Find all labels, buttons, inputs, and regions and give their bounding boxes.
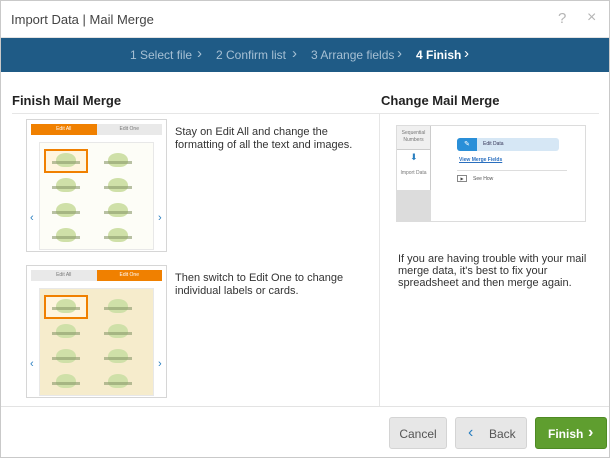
- preview-sidebar: Sequential Numbers ⬇ Import Data: [397, 126, 431, 221]
- preview-tabs: Edit All Edit One: [31, 270, 162, 281]
- chevron-right-icon: ›: [158, 212, 162, 224]
- chevron-right-icon: ›: [397, 45, 402, 62]
- title-bar: Import Data | Mail Merge ? ×: [1, 1, 609, 38]
- steps-bar: 1 Select file › 2 Confirm list › 3 Arran…: [1, 38, 609, 72]
- cancel-button[interactable]: Cancel: [389, 417, 447, 449]
- label-cell: [98, 176, 138, 196]
- preview-tab-edit-one: Edit One: [96, 124, 162, 135]
- edit-one-description: Then switch to Edit One to change indivi…: [175, 272, 344, 297]
- preview-sequential-numbers: Sequential Numbers: [397, 126, 431, 150]
- change-merge-preview: Sequential Numbers ⬇ Import Data ✎ Edit …: [396, 125, 586, 222]
- chevron-left-icon: ‹: [30, 358, 34, 370]
- preview-tab-edit-all: Edit All: [31, 270, 97, 281]
- chevron-left-icon: ‹: [30, 212, 34, 224]
- close-icon[interactable]: ×: [587, 9, 596, 27]
- preview-divider: [457, 170, 567, 171]
- label-cell: [46, 347, 86, 367]
- label-cell: [98, 347, 138, 367]
- label-cell: [44, 295, 88, 319]
- preview-edit-data-label: Edit Data: [483, 141, 504, 147]
- label-cell: [46, 201, 86, 221]
- change-merge-help-text: If you are having trouble with your mail…: [398, 253, 587, 289]
- label-sheet: [39, 142, 154, 250]
- label-cell: [46, 176, 86, 196]
- label-cell: [46, 372, 86, 392]
- label-cell: [98, 372, 138, 392]
- import-icon: ⬇: [410, 152, 418, 162]
- label-cell: [44, 149, 88, 173]
- finish-button[interactable]: Finish ›: [535, 417, 607, 449]
- preview-tab-edit-all: Edit All: [31, 124, 97, 135]
- preview-import-label: Import Data: [400, 170, 427, 176]
- chevron-right-icon: ›: [588, 424, 594, 441]
- play-icon: ▶: [457, 175, 467, 182]
- edit-one-preview: Edit All Edit One ‹ ›: [26, 265, 167, 398]
- edit-icon: ✎: [457, 138, 477, 151]
- edit-all-description: Stay on Edit All and change the formatti…: [175, 126, 353, 151]
- preview-see-how: ▶ See How: [457, 175, 493, 182]
- step-confirm-list[interactable]: 2 Confirm list: [216, 48, 286, 62]
- edit-all-preview: Edit All Edit One ‹ ›: [26, 119, 167, 252]
- finish-mail-merge-heading: Finish Mail Merge: [12, 93, 122, 108]
- help-icon[interactable]: ?: [558, 10, 566, 27]
- back-button-label: Back: [489, 427, 516, 441]
- change-mail-merge-heading: Change Mail Merge: [381, 93, 500, 108]
- preview-tab-edit-one: Edit One: [96, 270, 162, 281]
- step-arrange-fields[interactable]: 3 Arrange fields: [311, 48, 394, 62]
- preview-tabs: Edit All Edit One: [31, 124, 162, 135]
- finish-button-label: Finish: [548, 427, 584, 441]
- preview-view-merge-fields-link: View Merge Fields: [459, 157, 503, 163]
- label-cell: [46, 226, 86, 246]
- label-cell: [98, 201, 138, 221]
- chevron-right-icon: ›: [292, 45, 297, 62]
- label-cell: [98, 322, 138, 342]
- label-cell: [46, 322, 86, 342]
- label-cell: [98, 151, 138, 171]
- label-sheet: [39, 288, 154, 396]
- mail-merge-dialog: Import Data | Mail Merge ? × 1 Select fi…: [0, 0, 610, 458]
- label-cell: [98, 297, 138, 317]
- cancel-button-label: Cancel: [399, 427, 437, 441]
- preview-edit-data-button: ✎ Edit Data: [457, 138, 559, 151]
- step-finish[interactable]: 4 Finish: [416, 48, 461, 62]
- chevron-right-icon: ›: [158, 358, 162, 370]
- label-cell: [98, 226, 138, 246]
- chevron-right-icon: ›: [464, 45, 469, 62]
- back-button[interactable]: ‹ Back: [455, 417, 527, 449]
- dialog-title: Import Data | Mail Merge: [11, 12, 154, 27]
- step-select-file[interactable]: 1 Select file: [130, 48, 192, 62]
- chevron-right-icon: ›: [197, 45, 202, 62]
- chevron-left-icon: ‹: [468, 424, 474, 441]
- preview-main: ✎ Edit Data View Merge Fields ▶ See How: [431, 126, 585, 221]
- preview-import-data: ⬇ Import Data: [397, 150, 431, 190]
